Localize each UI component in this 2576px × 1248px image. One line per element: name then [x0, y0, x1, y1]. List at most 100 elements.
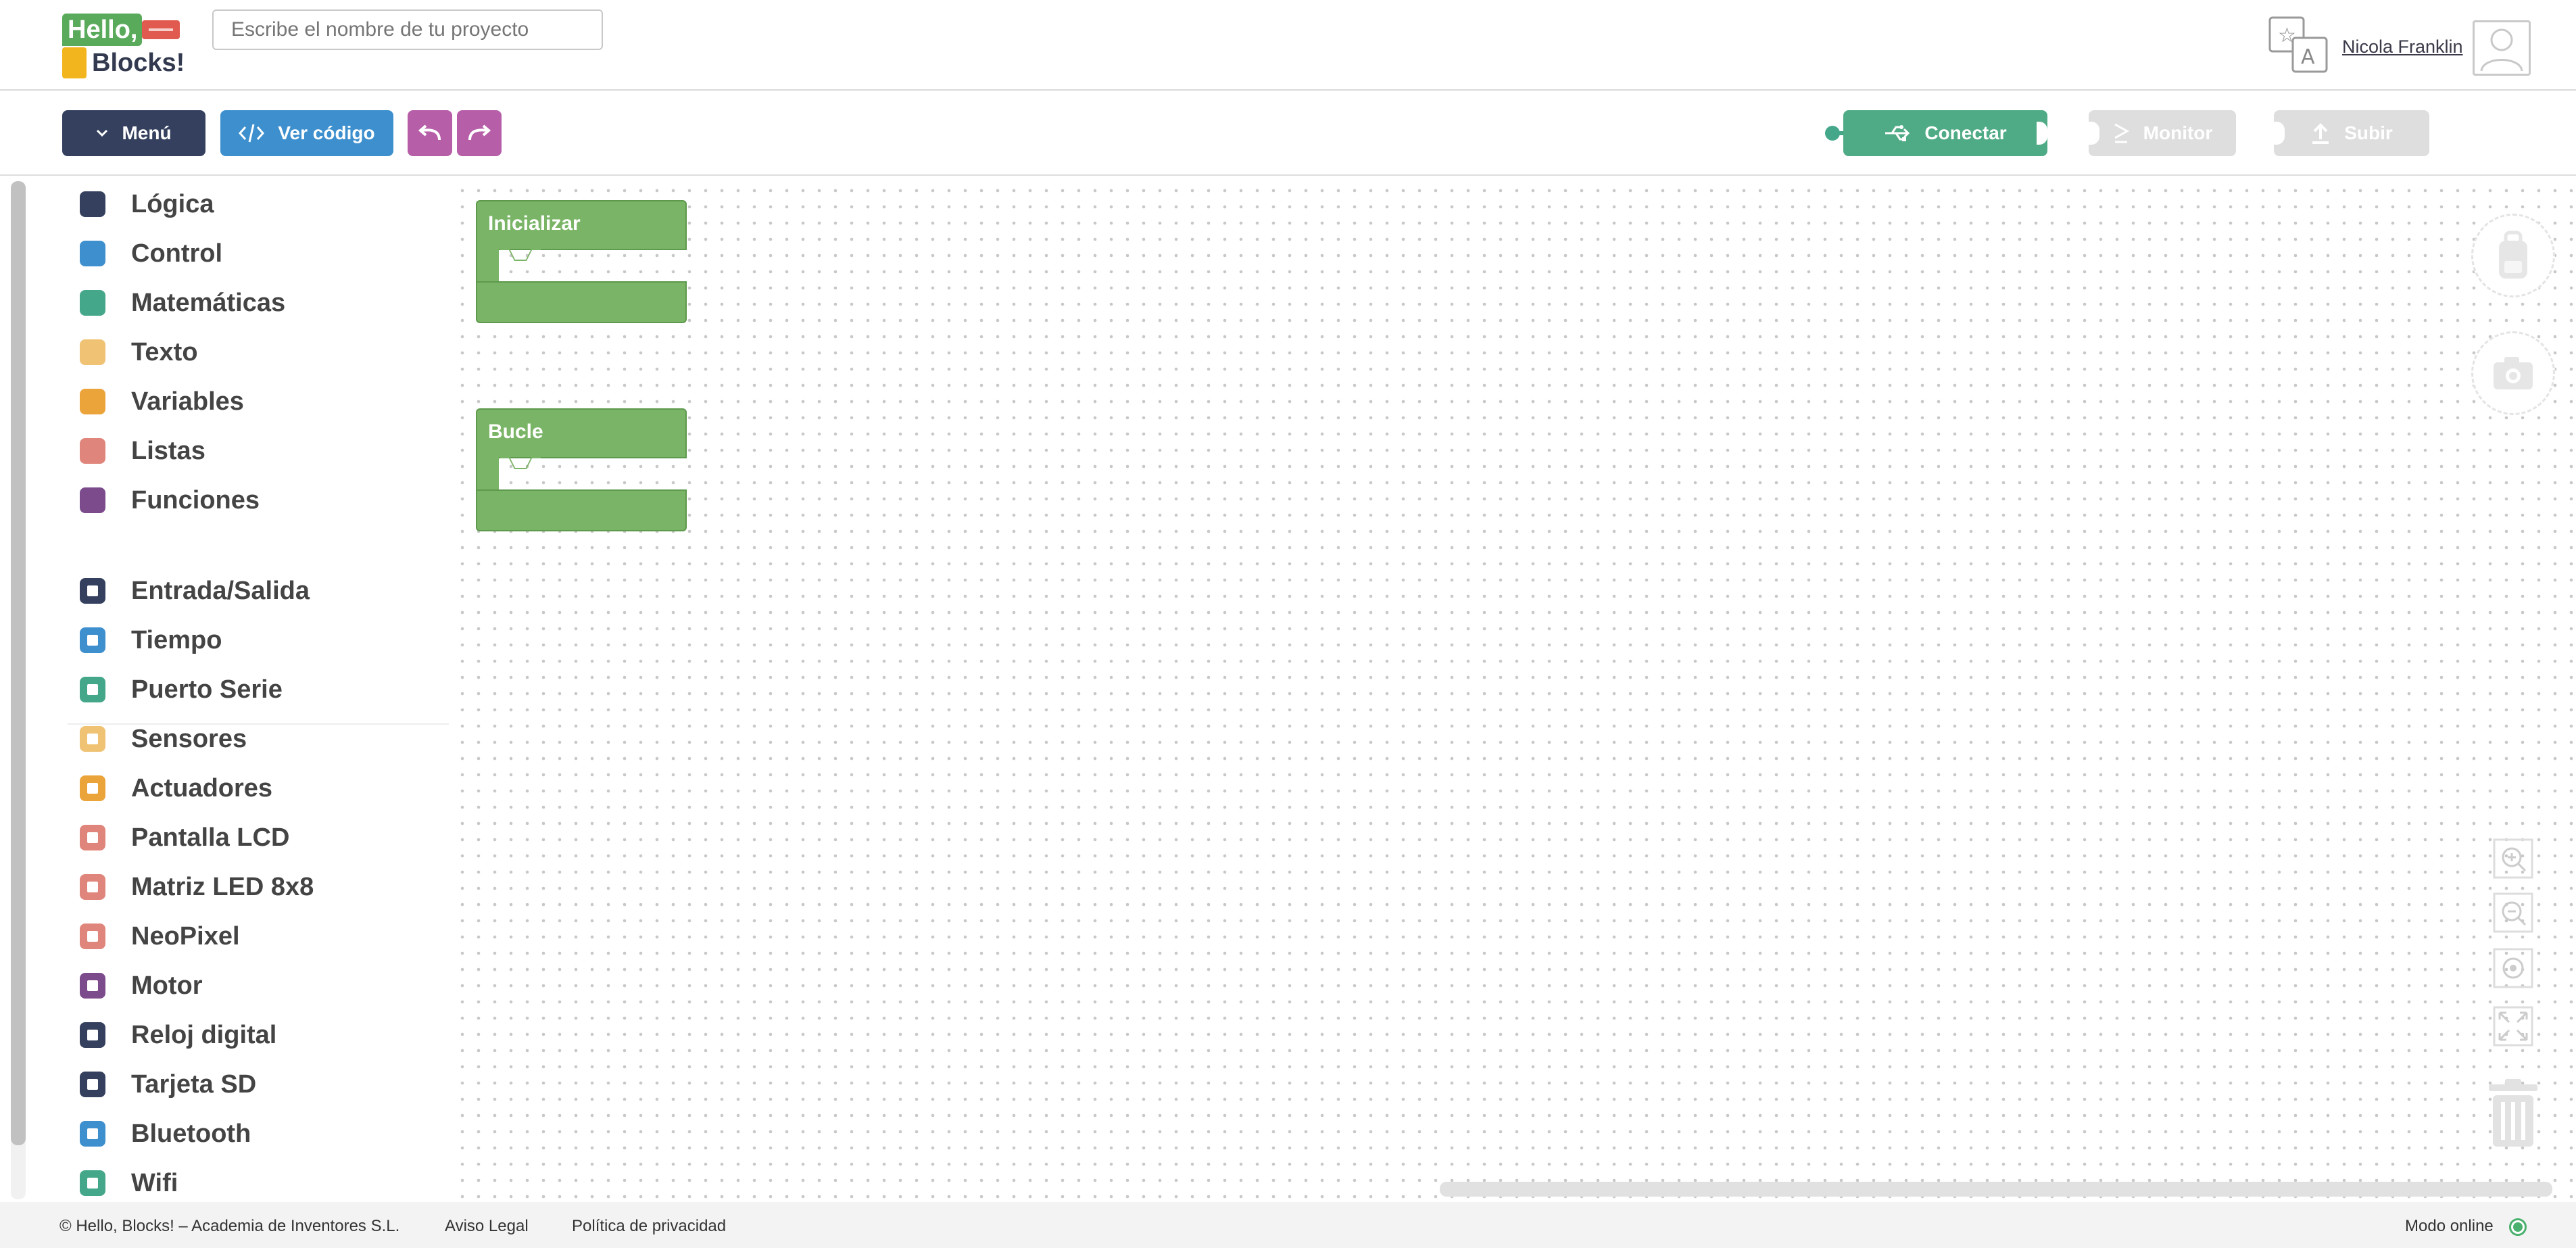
category-color-icon — [80, 191, 105, 217]
loop-block[interactable]: Bucle — [476, 408, 687, 531]
loop-block-arm — [476, 457, 499, 492]
loop-block-footer — [476, 489, 687, 531]
sidebar-item-neopixel[interactable]: NeoPixel — [80, 916, 240, 957]
sidebar-item-matriz-led-8x8[interactable]: Matriz LED 8x8 — [80, 867, 314, 907]
category-color-icon — [80, 1022, 105, 1048]
sidebar-item-motor[interactable]: Motor — [80, 965, 203, 1006]
sidebar-item-pantalla-lcd[interactable]: Pantalla LCD — [80, 817, 289, 858]
initialize-block-label: Inicializar — [476, 200, 687, 250]
sidebar-item-variables[interactable]: Variables — [80, 381, 244, 422]
sidebar-item-funciones[interactable]: Funciones — [80, 480, 260, 521]
sidebar-scrollbar-thumb[interactable] — [11, 181, 26, 1145]
category-color-icon — [80, 627, 105, 653]
hello-blocks-logo[interactable]: Hello, Blocks! — [62, 14, 191, 78]
block-category-sidebar: Lógica Control Matemáticas Texto Variables Li… — [0, 177, 449, 1202]
sidebar-item-entrada-salida[interactable]: Entrada/Salida — [80, 571, 310, 611]
logo-hello-text: Hello, — [62, 14, 142, 46]
sidebar-item-texto[interactable]: Texto — [80, 332, 198, 373]
footer: © Hello, Blocks! – Academia de Inventore… — [0, 1202, 2576, 1248]
trash-can-button[interactable] — [2487, 1078, 2539, 1148]
sidebar-item-label: Motor — [131, 971, 203, 1000]
initialize-block-notch — [500, 249, 541, 261]
menu-button[interactable]: Menú — [62, 110, 205, 156]
redo-icon — [468, 124, 491, 141]
category-color-icon — [80, 290, 105, 316]
sidebar-item-actuadores[interactable]: Actuadores — [80, 768, 272, 809]
chevron-down-icon — [97, 129, 108, 137]
connect-button[interactable]: Conectar — [1843, 110, 2047, 156]
sidebar-item-tiempo[interactable]: Tiempo — [80, 620, 222, 661]
undo-button[interactable] — [408, 110, 452, 156]
view-code-button[interactable]: Ver código — [220, 110, 393, 156]
category-color-icon — [80, 1072, 105, 1097]
sidebar-item-control[interactable]: Control — [80, 233, 222, 274]
zoom-in-button[interactable] — [2493, 838, 2533, 879]
sidebar-item-label: NeoPixel — [131, 921, 240, 951]
category-color-icon — [80, 241, 105, 266]
fullscreen-button[interactable] — [2493, 1006, 2533, 1047]
zoom-reset-button[interactable] — [2493, 948, 2533, 988]
legal-link[interactable]: Aviso Legal — [445, 1217, 529, 1236]
workspace-horizontal-scrollbar[interactable] — [1440, 1182, 2552, 1197]
upload-icon — [2312, 123, 2329, 144]
sidebar-item-label: Tarjeta SD — [131, 1070, 257, 1099]
zoom-reset-icon — [2493, 948, 2533, 988]
category-color-icon — [80, 775, 105, 801]
upload-label: Subir — [2344, 122, 2393, 143]
sidebar-item-label: Reloj digital — [131, 1020, 277, 1049]
sidebar-item-label: Entrada/Salida — [131, 576, 310, 605]
category-color-icon — [80, 578, 105, 604]
blocks-workspace[interactable]: Inicializar Bucle — [449, 177, 2576, 1202]
sidebar-item-reloj-digital[interactable]: Reloj digital — [80, 1015, 276, 1055]
sidebar-item-puerto-serie[interactable]: Puerto Serie — [80, 669, 283, 710]
initialize-block[interactable]: Inicializar — [476, 200, 687, 323]
backpack-icon — [2499, 231, 2527, 279]
monitor-icon — [2114, 123, 2129, 143]
initialize-block-arm — [476, 249, 499, 284]
sidebar-item-matemáticas[interactable]: Matemáticas — [80, 283, 285, 323]
loop-block-label: Bucle — [476, 408, 687, 458]
redo-button[interactable] — [457, 110, 502, 156]
screenshot-button[interactable] — [2471, 331, 2555, 415]
online-status-icon — [2509, 1218, 2527, 1236]
category-color-icon — [80, 973, 105, 999]
upload-notch — [2274, 122, 2285, 145]
user-avatar-icon[interactable] — [2473, 20, 2531, 76]
translate-icon[interactable]: ☆ A — [2268, 16, 2329, 73]
logo-blocks-text: Blocks! — [92, 49, 185, 77]
sidebar-item-listas[interactable]: Listas — [80, 431, 205, 471]
svg-text:A: A — [2301, 45, 2315, 69]
fullscreen-icon — [2493, 1006, 2533, 1047]
sidebar-item-label: Pantalla LCD — [131, 823, 290, 852]
sidebar-item-bluetooth[interactable]: Bluetooth — [80, 1113, 251, 1154]
logo-block-icon — [62, 47, 87, 78]
monitor-label: Monitor — [2143, 122, 2213, 143]
monitor-notch — [2089, 122, 2099, 145]
sidebar-item-wifi[interactable]: Wifi — [80, 1163, 178, 1203]
zoom-out-button[interactable] — [2493, 892, 2533, 933]
backpack-button[interactable] — [2471, 214, 2555, 297]
privacy-link[interactable]: Política de privacidad — [572, 1217, 726, 1236]
category-color-icon — [80, 438, 105, 464]
category-color-icon — [80, 677, 105, 702]
connect-notch — [2037, 122, 2047, 145]
sidebar-item-label: Wifi — [131, 1168, 178, 1197]
trash-icon — [2489, 1079, 2537, 1147]
sidebar-item-label: Sensores — [131, 724, 247, 753]
loop-block-notch — [500, 457, 541, 469]
sidebar-item-lógica[interactable]: Lógica — [80, 184, 214, 224]
sidebar-item-label: Matemáticas — [131, 288, 286, 317]
upload-button[interactable]: Subir — [2274, 110, 2429, 156]
project-name-input[interactable] — [212, 9, 603, 50]
sidebar-item-sensores[interactable]: Sensores — [80, 719, 247, 759]
top-header: Hello, Blocks! ☆ A Nicola Franklin — [0, 0, 2576, 91]
monitor-button[interactable]: Monitor — [2089, 110, 2236, 156]
user-name-link[interactable]: Nicola Franklin — [2342, 37, 2463, 57]
copyright-text: © Hello, Blocks! – Academia de Inventore… — [59, 1217, 400, 1235]
sidebar-item-label: Control — [131, 239, 223, 268]
sidebar-item-tarjeta-sd[interactable]: Tarjeta SD — [80, 1064, 256, 1105]
category-color-icon — [80, 726, 105, 752]
zoom-in-icon — [2493, 838, 2533, 879]
connect-label: Conectar — [1924, 122, 2007, 143]
sidebar-item-label: Funciones — [131, 485, 260, 514]
